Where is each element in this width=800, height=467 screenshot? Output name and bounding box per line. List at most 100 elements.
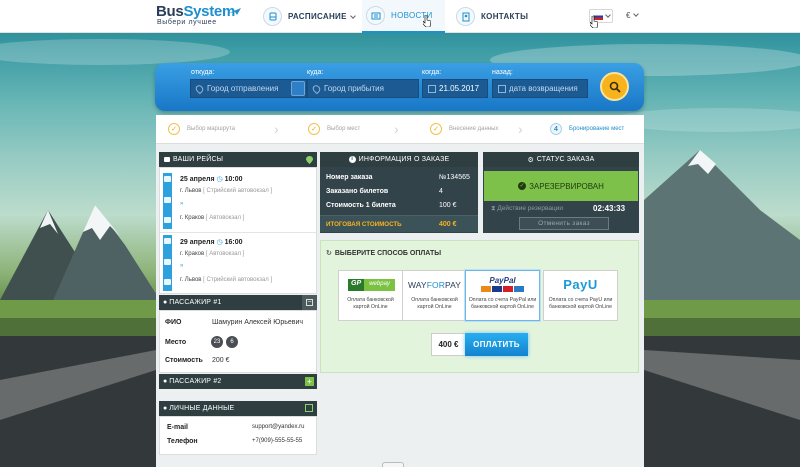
trip-from-station: [ Стрийский автовокзал ] [203, 188, 273, 194]
edit-icon[interactable] [305, 404, 313, 412]
minus-icon: − [306, 299, 313, 306]
trip-item[interactable]: 29 апреля ◷ 16:00 г. Краков [ Автовокзал… [160, 232, 318, 294]
nav-schedule[interactable]: РАСПИСАНИЕ [263, 0, 356, 33]
logo-plane-icon [229, 8, 241, 15]
order-title: ИНФОРМАЦИЯ О ЗАКАЗЕ [358, 156, 450, 163]
chevron-down-icon [605, 12, 611, 18]
return-label: назад: [492, 69, 513, 76]
ticket-price-value: 100 € [439, 202, 457, 209]
webpay-logo-a: GP [348, 279, 365, 291]
trip-to-station: [ Стрийский автовокзал ] [203, 277, 273, 283]
from-placeholder: Город отправления [207, 84, 279, 93]
chevron-down-icon [349, 12, 356, 19]
pay-method-payu[interactable]: PayU Оплата со счета PayU или банковской… [543, 270, 618, 321]
step-4[interactable]: 4 Бронирование мест [550, 123, 624, 135]
step-separator-icon: › [518, 121, 523, 137]
phone-label: Телефон [167, 438, 198, 445]
price-label: Стоимость [165, 357, 203, 364]
status-header: ⚙ СТАТУС ЗАКАЗА [483, 152, 639, 167]
pay-button[interactable]: ОПЛАТИТЬ [465, 333, 528, 356]
payment-title: ВЫБЕРИТЕ СПОСОБ ОПЛАТЫ [334, 249, 442, 257]
currency-select[interactable]: € [626, 11, 640, 20]
step-label: Внесение данных [449, 126, 499, 132]
seat-badge[interactable]: 23 [211, 336, 223, 348]
email-value: support@yandex.ru [252, 424, 305, 430]
calendar-icon [498, 85, 506, 93]
nav-schedule-label: РАСПИСАНИЕ [288, 12, 347, 21]
user-icon: ● [163, 299, 168, 306]
ticket-price-label: Стоимость 1 билета [326, 202, 396, 209]
webpay-logo: GP webpay [348, 279, 395, 291]
from-input[interactable]: Город отправления [190, 79, 307, 98]
trip-timeline [163, 173, 172, 229]
trip-time: 16:00 [224, 239, 243, 246]
wayforpay-logo: WAYFORPAY [406, 280, 463, 290]
hourglass-icon: ⧗ [491, 205, 496, 212]
nav-contacts-label: КОНТАКТЫ [481, 12, 529, 21]
status-title: СТАТУС ЗАКАЗА [536, 156, 595, 163]
logo-tagline: Выбери лучшее [157, 19, 217, 26]
total-label: ИТОГОВАЯ СТОИМОСТЬ [326, 221, 402, 228]
location-pin-icon [306, 156, 313, 164]
expand-button[interactable]: + [305, 377, 314, 386]
seat-label: Место [165, 339, 187, 346]
mouse-cursor-icon [423, 15, 431, 27]
webpay-logo-b: webpay [364, 279, 395, 291]
scroll-handle[interactable] [382, 462, 404, 467]
top-header: BusSystem Выбери лучшее РАСПИСАНИЕ НОВОС… [0, 0, 800, 33]
step-2[interactable]: ✓ Выбор мест [308, 123, 360, 135]
status-body: ✓ ЗАРЕЗЕРВИРОВАН ⧗ Действие резервации 0… [483, 167, 639, 233]
trip-date: 25 апреля [180, 176, 215, 183]
cancel-order-button[interactable]: Отменить заказ [519, 217, 609, 230]
passenger2-header[interactable]: ● ПАССАЖИР #2 + [159, 374, 317, 389]
seat-badge[interactable]: 6 [226, 336, 238, 348]
step-3[interactable]: ✓ Внесение данных [430, 123, 498, 135]
logo[interactable]: BusSystem Выбери лучшее [156, 4, 241, 27]
trip-from-city: г. Краков [180, 251, 205, 257]
contacts-icon [456, 7, 475, 26]
refresh-icon: ↻ [326, 250, 332, 257]
bus-icon [164, 156, 170, 162]
payu-logo: PayU [563, 277, 598, 292]
email-label: E-mail [167, 424, 189, 431]
date-value: 21.05.2017 [439, 84, 480, 93]
tickets-count-label: Заказано билетов [326, 188, 389, 195]
order-header: i ИНФОРМАЦИЯ О ЗАКАЗЕ [320, 152, 478, 167]
info-icon: i [348, 156, 356, 163]
personal-body: E-mail support@yandex.ru Телефон +7(909)… [159, 416, 317, 455]
step-separator-icon: › [274, 121, 279, 137]
chevron-down-icon [633, 11, 640, 17]
trips-list: 25 апреля ◷ 10:00 г. Львов [ Стрийский а… [159, 167, 317, 294]
search-button[interactable] [600, 72, 629, 101]
pay-method-paypal[interactable]: PayPal Оплата со счета PayPal или банков… [465, 270, 540, 321]
return-date-input[interactable]: дата возвращения [492, 79, 588, 98]
check-circle-icon: ✓ [518, 182, 527, 190]
collapse-button[interactable]: − [302, 295, 317, 310]
nav-news[interactable]: НОВОСТИ [362, 0, 445, 33]
trip-timeline [163, 235, 172, 291]
to-input[interactable]: Город прибытия [307, 79, 419, 98]
pay-caption: Оплата со счета PayPal или банковской ка… [468, 297, 537, 310]
card-brands-icon [481, 286, 524, 292]
trip-item[interactable]: 25 апреля ◷ 10:00 г. Львов [ Стрийский а… [160, 170, 318, 232]
pay-method-webpay[interactable]: GP webpay Оплата банковской картой OnLin… [338, 270, 403, 321]
wayforpay-logo-b: FOR [426, 280, 445, 290]
step-1[interactable]: ✓ Выбор маршрута [168, 123, 235, 135]
date-input[interactable]: 21.05.2017 [422, 79, 488, 98]
clock-icon: ◷ [216, 176, 223, 183]
swap-cities-button[interactable] [291, 81, 305, 96]
step-label: Выбор маршрута [187, 126, 235, 132]
pay-caption: Оплата банковской картой OnLine [347, 297, 394, 310]
pay-method-wayforpay[interactable]: WAYFORPAY Оплата банковской картой OnLin… [402, 270, 467, 321]
trip-to-station: [ Автовокзал ] [205, 215, 245, 221]
wayforpay-logo-a: WAY [407, 280, 427, 290]
passenger1-body: ФИО Шамурин Алексей Юрьевич Место 23 6 Ст… [159, 310, 317, 373]
location-pin-icon [194, 83, 205, 95]
nav-contacts[interactable]: КОНТАКТЫ [456, 0, 528, 33]
timer-label: Действие резервации [497, 205, 563, 212]
pay-caption: Оплата со счета PayU или банковской карт… [548, 297, 613, 310]
arrow-down-icon: » [180, 263, 184, 269]
fio-value: Шамурин Алексей Юрьевич [212, 319, 304, 326]
trips-header: ВАШИ РЕЙСЫ [159, 152, 317, 167]
passenger1-header: ● ПАССАЖИР #1 − [159, 295, 317, 310]
